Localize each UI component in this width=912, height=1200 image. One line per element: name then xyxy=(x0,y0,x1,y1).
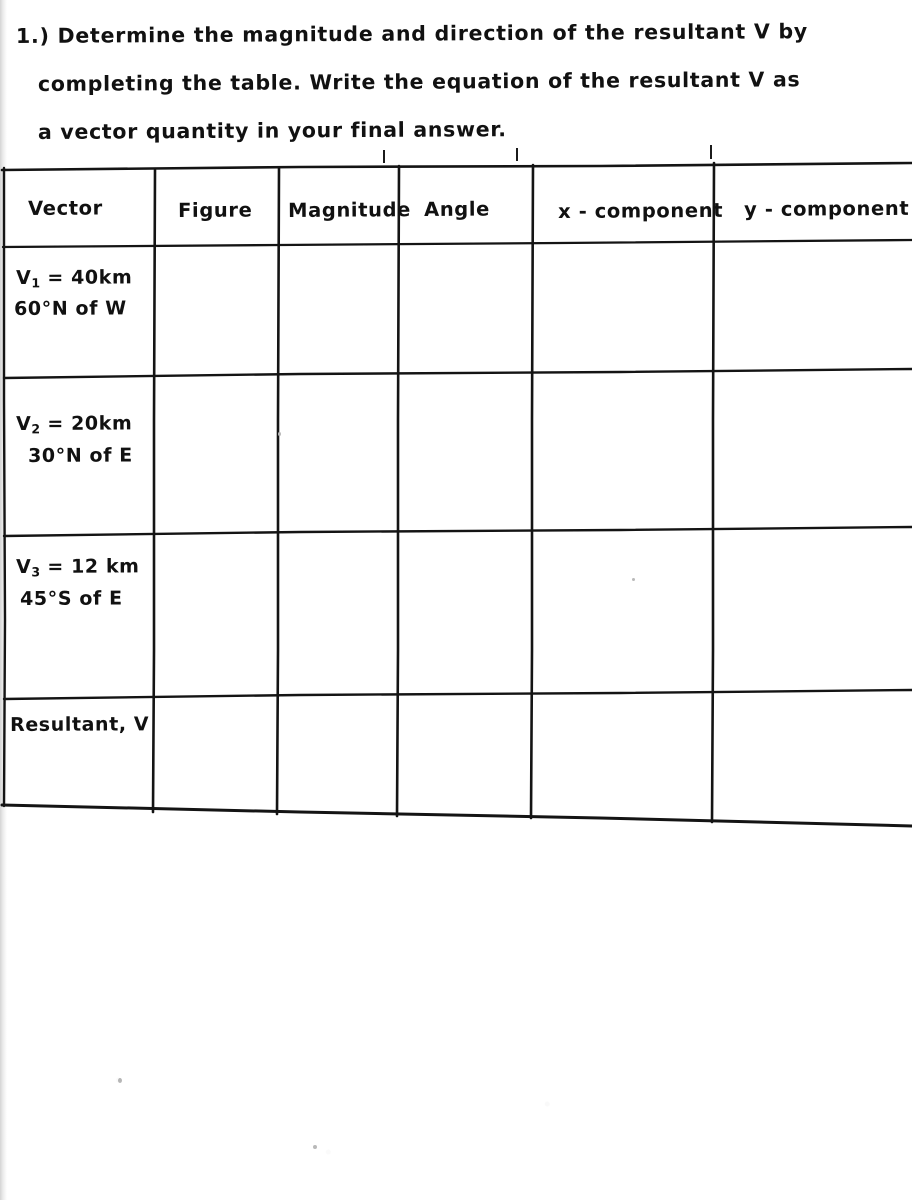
column-header-magnitude: Magnitude xyxy=(288,198,412,222)
table-rule-row-2 xyxy=(2,525,912,538)
row-1-vector-symbol: V xyxy=(16,266,32,289)
vector-table: Vector Figure Magnitude Angle x - compon… xyxy=(0,0,912,840)
table-column-divider-3 xyxy=(395,164,401,818)
row-2-magnitude-text: = 20km xyxy=(47,412,133,435)
guide-tick-1 xyxy=(383,150,385,163)
scan-speck-3 xyxy=(632,578,635,581)
row-1-direction-text: 60°N of W xyxy=(14,297,127,320)
column-header-figure: Figure xyxy=(178,198,253,222)
table-rule-row-3 xyxy=(2,688,912,701)
table-rule-row-1 xyxy=(2,367,912,380)
table-border-top xyxy=(0,161,912,172)
guide-tick-2 xyxy=(516,148,518,161)
scan-speck-2 xyxy=(313,1145,317,1149)
row-2-vector-label: V2 = 20km xyxy=(16,411,132,437)
scan-speck-4 xyxy=(278,432,281,436)
column-header-angle: Angle xyxy=(424,197,491,221)
table-border-left xyxy=(2,166,7,808)
row-4-vector-label: Resultant, V xyxy=(10,713,150,736)
row-1-magnitude-text: = 40km xyxy=(47,266,133,289)
row-2-vector-subscript: 2 xyxy=(31,421,41,437)
table-column-divider-2 xyxy=(275,166,281,816)
table-column-divider-5 xyxy=(710,161,716,824)
row-3-magnitude-text: = 12 km xyxy=(47,555,140,578)
row-1-vector-subscript: 1 xyxy=(31,275,41,291)
row-2-direction-text: 30°N of E xyxy=(28,444,133,467)
row-3-vector-label: V3 = 12 km xyxy=(16,554,140,580)
row-1-vector-label: V1 = 40km xyxy=(16,265,132,291)
table-rule-header-bottom xyxy=(1,238,912,249)
table-column-divider-1 xyxy=(151,168,157,814)
column-header-x-component: x - component xyxy=(558,198,724,223)
row-3-direction-text: 45°S of E xyxy=(20,587,123,610)
row-3-vector-subscript: 3 xyxy=(31,564,41,580)
guide-tick-3 xyxy=(710,145,712,159)
column-header-y-component: y - component xyxy=(744,196,910,221)
table-column-divider-4 xyxy=(529,163,535,820)
row-2-vector-symbol: V xyxy=(16,412,32,435)
scan-speck-1 xyxy=(118,1078,122,1083)
table-border-bottom xyxy=(0,803,912,828)
column-header-vector: Vector xyxy=(28,196,103,220)
row-3-vector-symbol: V xyxy=(16,555,32,578)
